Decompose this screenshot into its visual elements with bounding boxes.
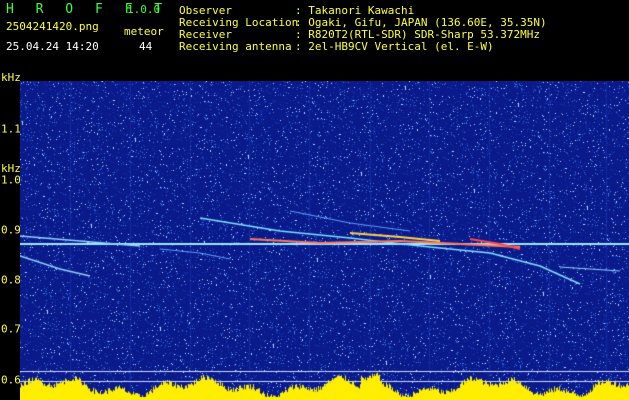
y-tick-label: 0.6	[1, 373, 21, 387]
app-version: 1.0.0	[127, 3, 161, 16]
header-panel: H R O F F T 1.0.0 2504241420.png meteor …	[0, 0, 629, 84]
file-name: 2504241420.png	[6, 20, 99, 33]
y-tick-label: 0.8	[1, 273, 21, 287]
y-tick-label: 0.7	[1, 322, 21, 336]
antenna-key: Receiving antenna	[179, 40, 292, 53]
y-tick-label: 1.1	[1, 122, 21, 136]
y-tick-label: 1.0	[1, 173, 21, 187]
y-unit-label: kHz	[1, 71, 21, 84]
y-unit-label-mid: kHz	[1, 162, 21, 175]
meteor-count: 44	[139, 40, 153, 53]
count-label: meteor	[124, 25, 164, 38]
antenna-value: : 2el-HB9CV Vertical (el. E-W)	[295, 40, 494, 53]
spectrogram-canvas	[20, 81, 629, 400]
datetime: 25.04.24 14:20	[6, 40, 99, 53]
spectrogram-plot	[20, 81, 629, 400]
y-tick-label: 0.9	[1, 223, 21, 237]
